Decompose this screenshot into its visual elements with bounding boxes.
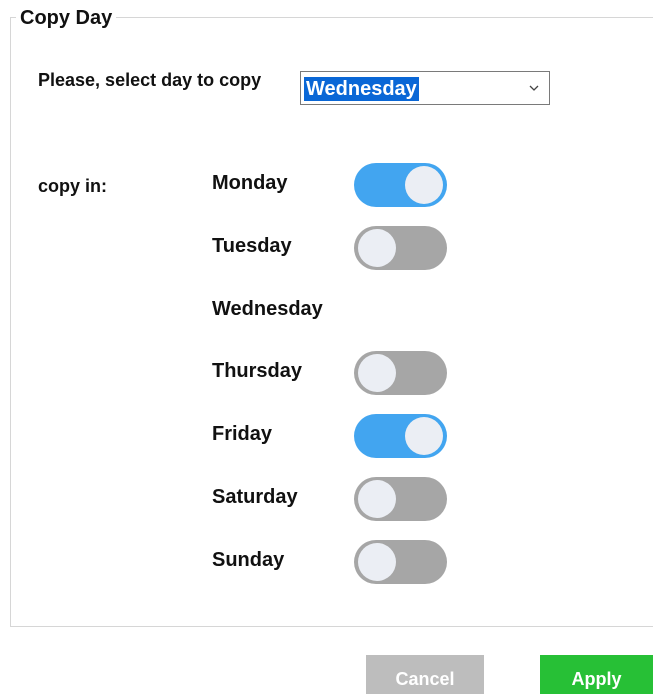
day-row-friday: Friday	[212, 414, 472, 458]
copy-day-dialog: Copy Day Please, select day to copy Wedn…	[0, 0, 653, 694]
day-row-tuesday: Tuesday	[212, 226, 472, 270]
toggle-knob	[405, 166, 443, 204]
day-select-dropdown[interactable]: Wednesday	[300, 71, 550, 105]
toggle-sunday[interactable]	[354, 540, 447, 584]
toggle-knob	[358, 480, 396, 518]
day-row-thursday: Thursday	[212, 351, 472, 395]
toggle-knob	[405, 417, 443, 455]
group-title: Copy Day	[16, 6, 117, 30]
day-label-friday: Friday	[212, 423, 273, 445]
chevron-down-icon	[529, 85, 539, 91]
toggle-knob	[358, 354, 396, 392]
toggle-thursday[interactable]	[354, 351, 447, 395]
day-label-thursday: Thursday	[212, 360, 303, 382]
day-label-monday: Monday	[212, 172, 288, 194]
day-label-sunday: Sunday	[212, 549, 285, 571]
day-label-saturday: Saturday	[212, 486, 298, 508]
toggle-knob	[358, 543, 396, 581]
day-row-saturday: Saturday	[212, 477, 472, 521]
toggle-monday[interactable]	[354, 163, 447, 207]
day-label-wednesday: Wednesday	[212, 298, 323, 320]
toggle-friday[interactable]	[354, 414, 447, 458]
toggle-saturday[interactable]	[354, 477, 447, 521]
day-row-monday: Monday	[212, 163, 472, 207]
day-label-tuesday: Tuesday	[212, 235, 292, 257]
toggle-knob	[358, 229, 396, 267]
apply-button[interactable]: Apply	[540, 655, 653, 694]
day-row-wednesday: Wednesday	[212, 289, 472, 333]
day-row-sunday: Sunday	[212, 540, 472, 584]
select-day-label: Please, select day to copy	[38, 70, 262, 90]
day-select-value: Wednesday	[304, 77, 419, 101]
copy-in-label: copy in:	[38, 176, 108, 196]
cancel-button[interactable]: Cancel	[366, 655, 484, 694]
toggle-tuesday[interactable]	[354, 226, 447, 270]
